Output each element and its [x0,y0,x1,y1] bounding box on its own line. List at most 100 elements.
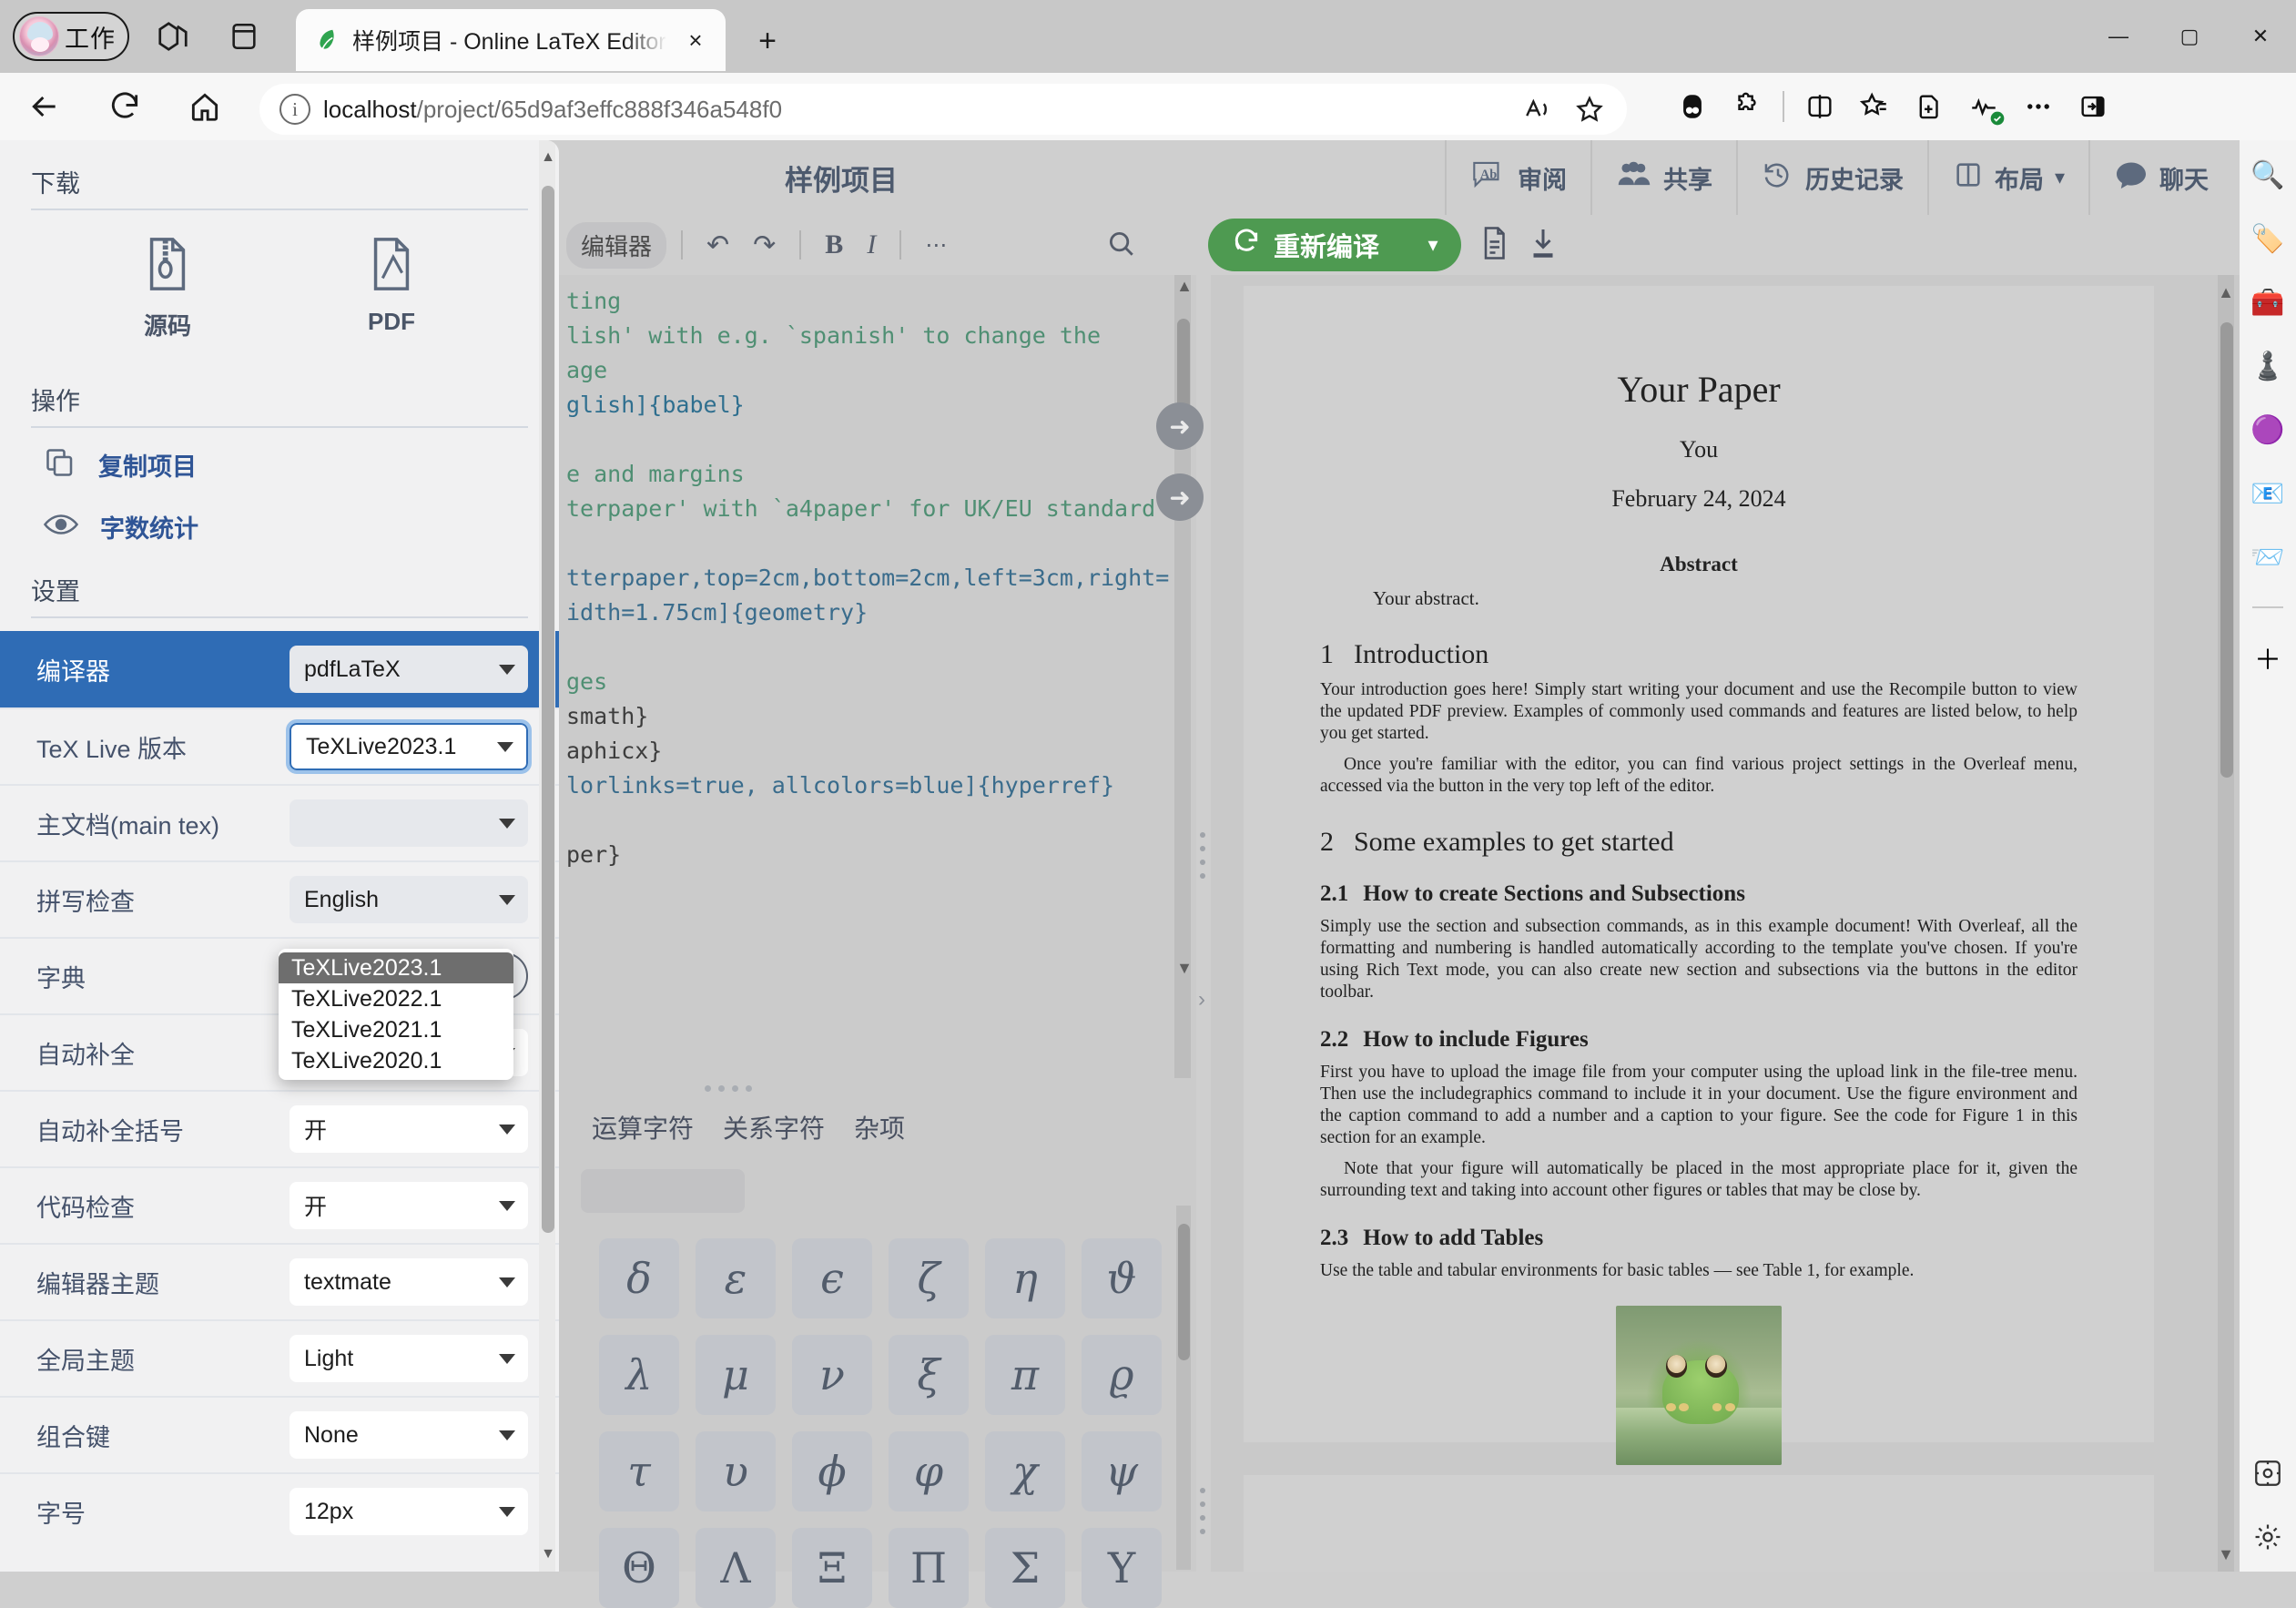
tab-search-icon[interactable] [147,11,198,62]
action-chat[interactable]: 聊天 [2088,140,2240,215]
bold-button[interactable]: B [816,229,852,260]
redo-icon[interactable]: ↷ [744,229,785,261]
texlive-version-dropdown[interactable]: TeXLive2023.1 TeXLive2022.1 TeXLive2021.… [279,949,513,1080]
pdf-scroll-thumb[interactable] [2220,322,2233,778]
settings-scroll-up-icon[interactable]: ▲ [540,146,556,169]
log-file-icon[interactable] [1478,225,1510,266]
reload-icon[interactable] [98,80,151,133]
scroll-up-arrow-icon[interactable]: ▲ [1176,277,1193,296]
code-editor[interactable]: ting lish' with e.g. `spanish' to change… [559,275,1196,1094]
setting-row-code-check[interactable]: 代码检查 开 [0,1166,559,1243]
setting-row-compiler[interactable]: 编译器 pdfLaTeX [0,631,559,707]
copilot-icon[interactable] [1666,80,1719,133]
palette-tab-relations[interactable]: 关系字符 [723,1109,825,1145]
symbol-cell[interactable]: ψ [1082,1431,1162,1511]
dropdown-option[interactable]: TeXLive2020.1 [279,1045,513,1076]
symbol-cell[interactable]: Θ [599,1528,679,1608]
new-tab-button[interactable]: + [747,20,788,62]
favorite-star-icon[interactable] [1567,87,1612,132]
download-source-button[interactable]: 源码 [142,236,193,341]
dropdown-option[interactable]: TeXLive2023.1 [279,952,513,983]
symbol-cell[interactable]: τ [599,1431,679,1511]
browser-essentials-icon[interactable] [1957,80,2010,133]
extensions-icon[interactable] [1721,80,1773,133]
symbol-cell[interactable]: Ξ [792,1528,872,1608]
symbol-cell[interactable]: π [985,1335,1065,1415]
settings-gear-icon[interactable] [2248,1517,2288,1557]
add-sidebar-item-icon[interactable]: ＋ [2248,637,2288,677]
vertical-tabs-icon[interactable] [218,11,269,62]
toolbox-icon[interactable]: 🧰 [2248,282,2288,322]
symbol-cell[interactable]: χ [985,1431,1065,1511]
dropdown-option[interactable]: TeXLive2021.1 [279,1014,513,1045]
games-icon[interactable]: ♟️ [2248,346,2288,386]
symbol-cell[interactable]: δ [599,1238,679,1318]
compiler-select[interactable]: pdfLaTeX [290,646,528,693]
search-icon[interactable] [1105,228,1136,263]
symbol-cell[interactable]: ϑ [1082,1238,1162,1318]
palette-drag-handle[interactable] [705,1085,752,1092]
symbol-cell[interactable]: ν [792,1335,872,1415]
editor-mode-chip[interactable]: 编辑器 [566,222,666,269]
dropdown-option[interactable]: TeXLive2022.1 [279,983,513,1014]
palette-search-input[interactable] [581,1169,745,1213]
undo-icon[interactable]: ↶ [697,229,738,261]
home-icon[interactable] [178,80,231,133]
setting-row-texlive-version[interactable]: TeX Live 版本 TeXLive2023.1 [0,707,559,784]
pane-splitter-handle[interactable] [1200,1488,1205,1534]
symbol-cell[interactable]: φ [889,1431,969,1511]
symbol-cell[interactable]: ϱ [1082,1335,1162,1415]
overall-theme-select[interactable]: Light [290,1335,528,1382]
setting-row-overall-theme[interactable]: 全局主题 Light [0,1319,559,1396]
site-info-icon[interactable]: i [279,94,310,125]
pdf-preview[interactable]: Your Paper You February 24, 2024 Abstrac… [1211,275,2240,1572]
symbol-cell[interactable]: ξ [889,1335,969,1415]
symbol-cell[interactable]: Σ [985,1528,1065,1608]
auto-close-brackets-select[interactable]: 开 [290,1105,528,1153]
code-check-select[interactable]: 开 [290,1182,528,1229]
customize-sidebar-icon[interactable] [2248,1453,2288,1493]
palette-tab-operators[interactable]: 运算字符 [592,1109,694,1145]
address-bar[interactable]: i localhost/project/65d9af3effc888f346a5… [259,84,1627,135]
paper-plane-icon[interactable]: 📨 [2248,537,2288,577]
symbol-cell[interactable]: ϕ [792,1431,872,1511]
close-icon[interactable]: × [678,23,713,57]
collapse-pane-icon[interactable]: › [1198,987,1205,1013]
go-to-code-icon[interactable]: ➜ [1156,473,1204,521]
setting-row-keybindings[interactable]: 组合键 None [0,1396,559,1472]
settings-scroll-down-icon[interactable]: ▼ [540,1542,556,1566]
texlive-version-select[interactable]: TeXLive2023.1 [290,723,528,770]
more-toolbar-icon[interactable]: ⋯ [916,232,956,259]
action-share[interactable]: 共享 [1590,140,1736,215]
setting-row-auto-close-brackets[interactable]: 自动补全括号 开 [0,1090,559,1166]
split-screen-icon[interactable] [1793,80,1846,133]
pdf-scroll-up-icon[interactable]: ▲ [2217,279,2235,306]
recompile-dropdown-button[interactable]: ▾ [1405,219,1461,271]
back-icon[interactable] [18,80,71,133]
collections-icon[interactable] [1848,80,1901,133]
recompile-button[interactable]: 重新编译 [1208,219,1407,271]
download-pdf-icon[interactable] [1527,225,1559,266]
browser-tab[interactable]: 样例项目 - Online LaTeX Editor O × [296,9,726,71]
main-document-select[interactable] [290,799,528,847]
action-layout[interactable]: 布局 ▾ [1927,140,2088,215]
editor-theme-select[interactable]: textmate [290,1258,528,1306]
palette-tab-misc[interactable]: 杂项 [854,1109,905,1145]
setting-row-spellcheck[interactable]: 拼写检查 English [0,860,559,937]
scroll-down-arrow-icon[interactable]: ▼ [1176,959,1193,978]
pdf-scroll-down-icon[interactable]: ▼ [2217,1541,2235,1568]
action-copy-project[interactable]: 复制项目 [0,428,559,491]
keybindings-select[interactable]: None [290,1411,528,1459]
symbol-cell[interactable]: Υ [1082,1528,1162,1608]
search-icon[interactable]: 🔍 [2248,155,2288,195]
symbol-cell[interactable]: λ [599,1335,679,1415]
action-word-count[interactable]: 字数统计 [0,491,559,552]
italic-button[interactable]: I [858,229,885,260]
outlook-icon[interactable]: 📧 [2248,473,2288,514]
action-history[interactable]: 历史记录 [1736,140,1927,215]
symbol-cell[interactable]: ε [696,1238,776,1318]
setting-row-editor-theme[interactable]: 编辑器主题 textmate [0,1243,559,1319]
minimize-button[interactable]: — [2083,0,2154,73]
action-review[interactable]: Ab 审阅 [1445,140,1590,215]
more-options-icon[interactable] [2012,80,2065,133]
